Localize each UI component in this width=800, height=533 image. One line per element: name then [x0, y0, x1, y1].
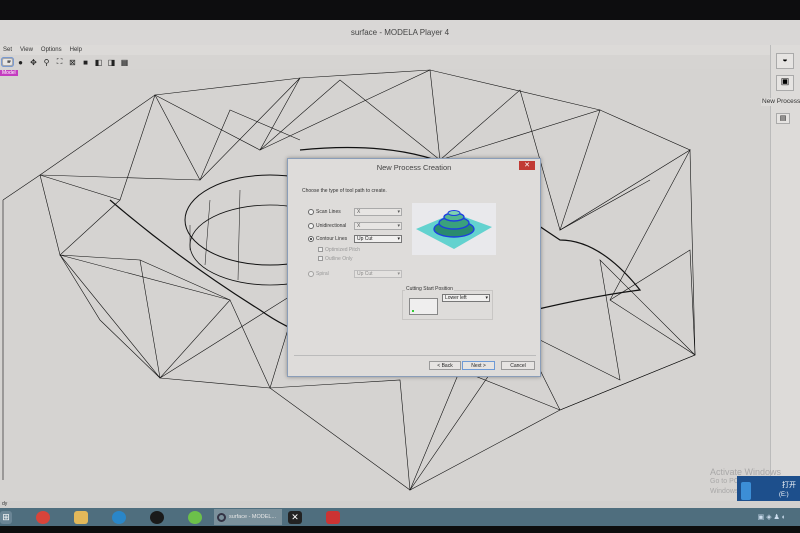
unidirectional-direction-select[interactable]: X: [354, 222, 402, 230]
outline-only-label: Outline Only: [325, 256, 353, 262]
scan-lines-label: Scan Lines: [316, 209, 341, 215]
cube-front-icon[interactable]: ■: [80, 57, 91, 68]
radio-spiral[interactable]: [308, 271, 314, 277]
wechat-icon[interactable]: [188, 510, 202, 524]
cube-top-icon[interactable]: ◨: [106, 57, 117, 68]
menu-bar: Set View Options Help: [0, 45, 770, 55]
cancel-button[interactable]: Cancel: [501, 361, 535, 370]
browser-icon[interactable]: [112, 510, 126, 524]
start-position-diagram: [409, 298, 438, 315]
dialog-prompt: Choose the type of tool path to create.: [302, 188, 387, 194]
start-point-marker: [412, 310, 414, 312]
back-button[interactable]: < Back: [429, 361, 461, 370]
new-process-dialog: New Process Creation ✕ Choose the type o…: [287, 158, 541, 377]
spiral-cut-select[interactable]: Up Cut: [354, 270, 402, 278]
unidirectional-label: Unidirectional: [316, 223, 347, 229]
screen-bezel-bottom: [0, 526, 800, 533]
toolbar: ⊕ ◉ ● ○ ✥ ⚲ ⛶ ⊠ ■ ■ ◧ ◨ ▦: [0, 55, 770, 69]
menu-help[interactable]: Help: [70, 47, 82, 53]
outline-only-checkbox[interactable]: [318, 256, 323, 261]
contour-lines-label: Contour Lines: [316, 236, 348, 242]
material-icon[interactable]: ◒: [776, 53, 794, 69]
app-icon-red-cube[interactable]: [326, 510, 340, 524]
radio-contour-lines[interactable]: [308, 236, 314, 242]
contour-lines-cut-select[interactable]: Up Cut: [354, 235, 402, 243]
view-tag: Model: [0, 70, 18, 76]
next-button[interactable]: Next >: [462, 361, 495, 370]
fit-icon[interactable]: ⛶: [54, 57, 65, 68]
zoom-fit-icon[interactable]: ⊠: [67, 57, 78, 68]
process-icon[interactable]: ▣: [776, 75, 794, 91]
dialog-title: New Process Creation: [376, 163, 452, 172]
screen-bezel: [0, 0, 800, 20]
radio-scan-lines[interactable]: [308, 209, 314, 215]
taskbar: ⊞ surface - MODEL... ✕ ▣ ◈ ♟ ◐: [0, 508, 800, 526]
toast-subtitle: (E:): [779, 492, 789, 498]
start-icon[interactable]: ⊞: [0, 510, 12, 524]
file-explorer-icon[interactable]: [74, 510, 88, 524]
optimized-pitch-label: Optimized Pitch: [325, 247, 361, 253]
toolpath-preview-image: [412, 203, 496, 255]
cutting-start-label: Cutting Start Position: [405, 286, 454, 292]
scan-lines-direction-select[interactable]: X: [354, 208, 402, 216]
usb-drive-icon: [741, 482, 751, 500]
chrome-icon[interactable]: [36, 510, 50, 524]
app-icon-colorful[interactable]: ✕: [288, 510, 302, 524]
pan-icon[interactable]: ✥: [28, 57, 39, 68]
system-tray-icons[interactable]: ▣ ◈ ♟ ◐: [758, 513, 786, 521]
menu-set[interactable]: Set: [3, 47, 12, 53]
menu-options[interactable]: Options: [41, 47, 62, 53]
zoom-icon[interactable]: ⚲: [41, 57, 52, 68]
menu-view[interactable]: View: [20, 47, 33, 53]
toast-title: 打开: [782, 482, 796, 489]
taskbar-app-modela[interactable]: surface - MODEL...: [214, 509, 282, 525]
window-title: surface - MODELA Player 4: [0, 20, 800, 45]
modela-icon: [217, 512, 226, 522]
cube-view-icon[interactable]: ■: [1, 57, 14, 67]
divider: [294, 355, 536, 356]
sphere-icon[interactable]: ●: [15, 57, 26, 68]
qq-icon[interactable]: [150, 510, 164, 524]
radio-unidirectional[interactable]: [308, 223, 314, 229]
close-button[interactable]: ✕: [519, 161, 535, 170]
optimized-pitch-checkbox[interactable]: [318, 247, 323, 252]
new-process-label: New Process: [761, 98, 800, 106]
cutting-start-select[interactable]: Lower left: [442, 294, 490, 302]
cube-side-icon[interactable]: ◧: [93, 57, 104, 68]
spiral-label: Spiral: [316, 271, 329, 277]
process-tab-icon[interactable]: ▤: [776, 113, 790, 124]
grid-icon[interactable]: ▦: [119, 57, 130, 68]
right-panel: ◒ ▣ New Process ▤: [761, 45, 800, 505]
